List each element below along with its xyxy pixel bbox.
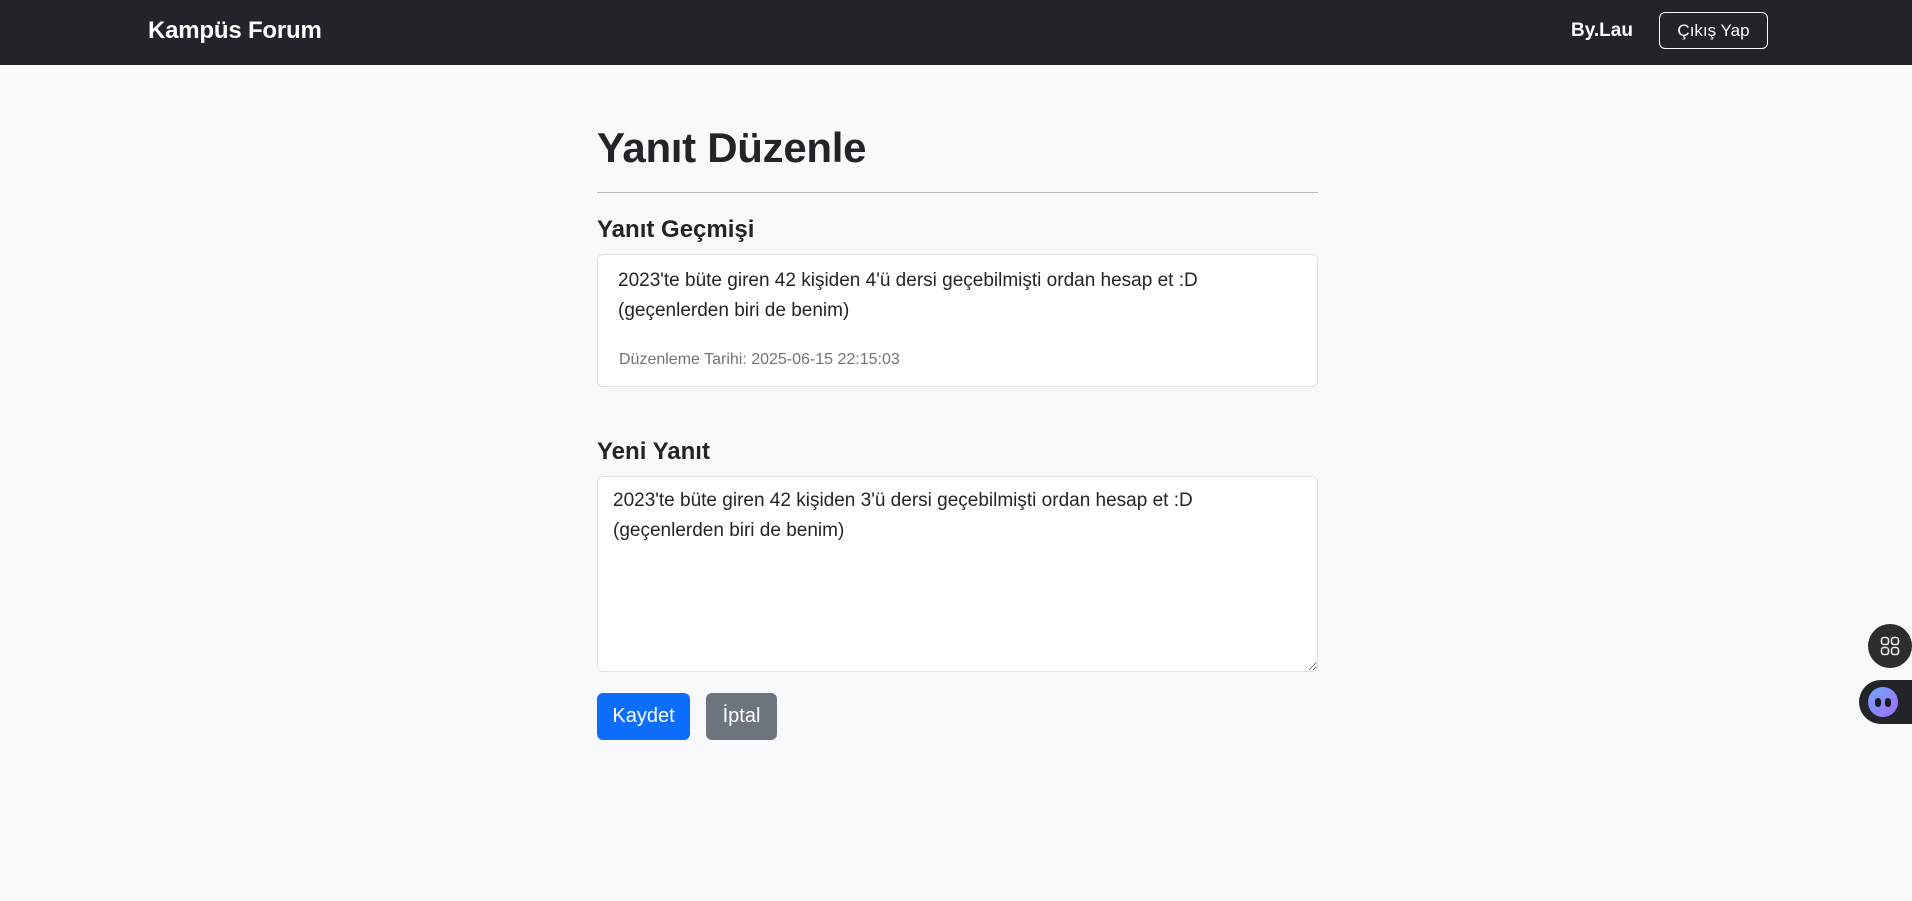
- brand-link[interactable]: Kampüs Forum: [148, 17, 322, 45]
- cancel-button[interactable]: İptal: [706, 693, 777, 740]
- grid-apps-icon: [1880, 636, 1900, 656]
- title-divider: [597, 192, 1318, 193]
- username-label: By.Lau: [1571, 20, 1633, 41]
- history-entry-card: 2023'te büte giren 42 kişiden 4'ü dersi …: [597, 254, 1318, 387]
- save-button[interactable]: Kaydet: [597, 693, 690, 740]
- history-entry-text: 2023'te büte giren 42 kişiden 4'ü dersi …: [618, 270, 1198, 321]
- floating-assistant-button[interactable]: [1859, 680, 1912, 724]
- new-reply-textarea[interactable]: 2023'te büte giren 42 kişiden 3'ü dersi …: [597, 476, 1318, 672]
- history-heading: Yanıt Geçmişi: [597, 216, 755, 243]
- assistant-bot-icon: [1868, 687, 1898, 717]
- new-reply-heading: Yeni Yanıt: [597, 438, 710, 465]
- bot-eye-left: [1875, 697, 1881, 707]
- bot-eye-right: [1885, 697, 1891, 707]
- floating-apps-button[interactable]: [1868, 624, 1912, 668]
- page-title: Yanıt Düzenle: [597, 124, 867, 171]
- logout-button[interactable]: Çıkış Yap: [1659, 12, 1768, 49]
- top-navbar: Kampüs Forum By.Lau Çıkış Yap: [0, 0, 1912, 65]
- history-entry-date: Düzenleme Tarihi: 2025-06-15 22:15:03: [619, 351, 900, 368]
